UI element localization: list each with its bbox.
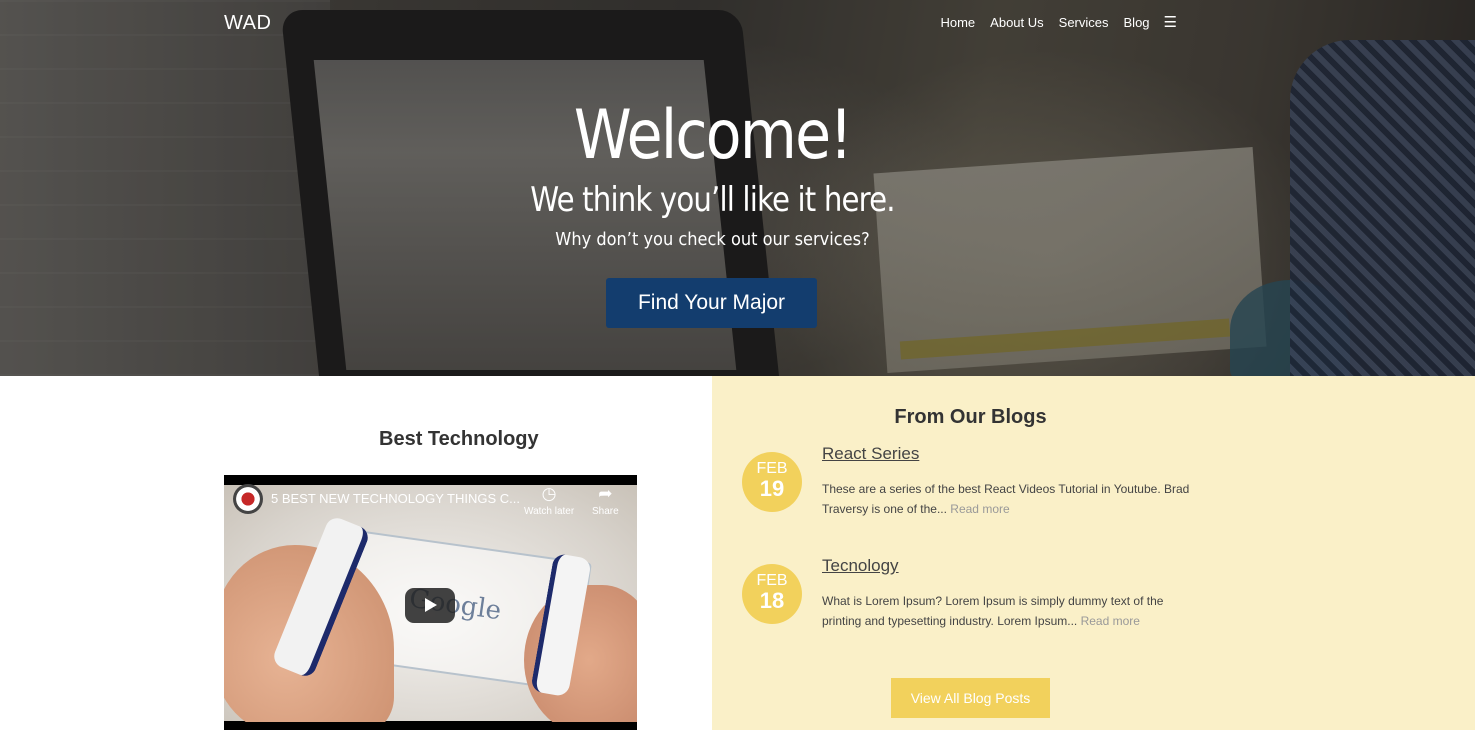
read-more-link[interactable]: Read more	[950, 502, 1009, 516]
main-nav: Home About Us Services Blog ☰	[940, 15, 1177, 30]
hero-title: Welcome!	[573, 96, 853, 175]
view-all-blog-posts-button[interactable]: View All Blog Posts	[891, 678, 1050, 718]
nav-item-services[interactable]: Services	[1059, 15, 1109, 30]
nav-item-home[interactable]: Home	[940, 15, 975, 30]
date-day: 18	[759, 588, 785, 613]
watch-later-button[interactable]: ◷ Watch later	[524, 484, 575, 518]
date-day: 19	[759, 476, 785, 501]
hero-text: Welcome! We think you’ll like it here. W…	[0, 96, 1425, 252]
brand-logo[interactable]: WAD	[224, 12, 271, 35]
clock-icon: ◷	[541, 484, 557, 503]
hero-subtitle: We think you’ll like it here.	[530, 180, 895, 220]
blog-heading: From Our Blogs	[894, 406, 1047, 428]
date-badge: FEB 19	[742, 452, 802, 512]
date-month: FEB	[756, 460, 788, 477]
technology-heading: Best Technology	[379, 428, 539, 450]
share-icon: ➦	[598, 484, 613, 503]
technology-section: Best Technology Google 5 BEST NEW TECHNO…	[0, 376, 712, 730]
post-excerpt: These are a series of the best React Vid…	[822, 480, 1202, 519]
video-bottom-bar	[224, 722, 637, 730]
post-excerpt: What is Lorem Ipsum? Lorem Ipsum is simp…	[822, 592, 1202, 631]
play-button[interactable]	[405, 588, 455, 623]
hamburger-menu-icon[interactable]: ☰	[1164, 15, 1177, 30]
find-your-major-button[interactable]: Find Your Major	[606, 278, 817, 328]
hero-tagline: Why don’t you check out our services?	[555, 229, 870, 250]
read-more-link[interactable]: Read more	[1081, 614, 1140, 628]
share-label: Share	[592, 506, 619, 517]
post-title-link[interactable]: React Series	[822, 444, 919, 464]
hero-banner: WAD Home About Us Services Blog ☰ Welcom…	[0, 0, 1475, 376]
youtube-video-embed[interactable]: Google 5 BEST NEW TECHNOLOGY THINGS C...…	[224, 475, 637, 730]
channel-avatar[interactable]	[233, 484, 263, 514]
video-title[interactable]: 5 BEST NEW TECHNOLOGY THINGS C...	[271, 491, 521, 506]
date-badge: FEB 18	[742, 564, 802, 624]
share-button[interactable]: ➦ Share	[592, 484, 619, 518]
blog-section: From Our Blogs FEB 19 React Series These…	[712, 376, 1475, 730]
date-month: FEB	[756, 572, 788, 589]
nav-item-blog[interactable]: Blog	[1124, 15, 1150, 30]
nav-item-about-us[interactable]: About Us	[990, 15, 1043, 30]
watch-later-label: Watch later	[524, 506, 575, 517]
post-title-link[interactable]: Tecnology	[822, 556, 899, 576]
